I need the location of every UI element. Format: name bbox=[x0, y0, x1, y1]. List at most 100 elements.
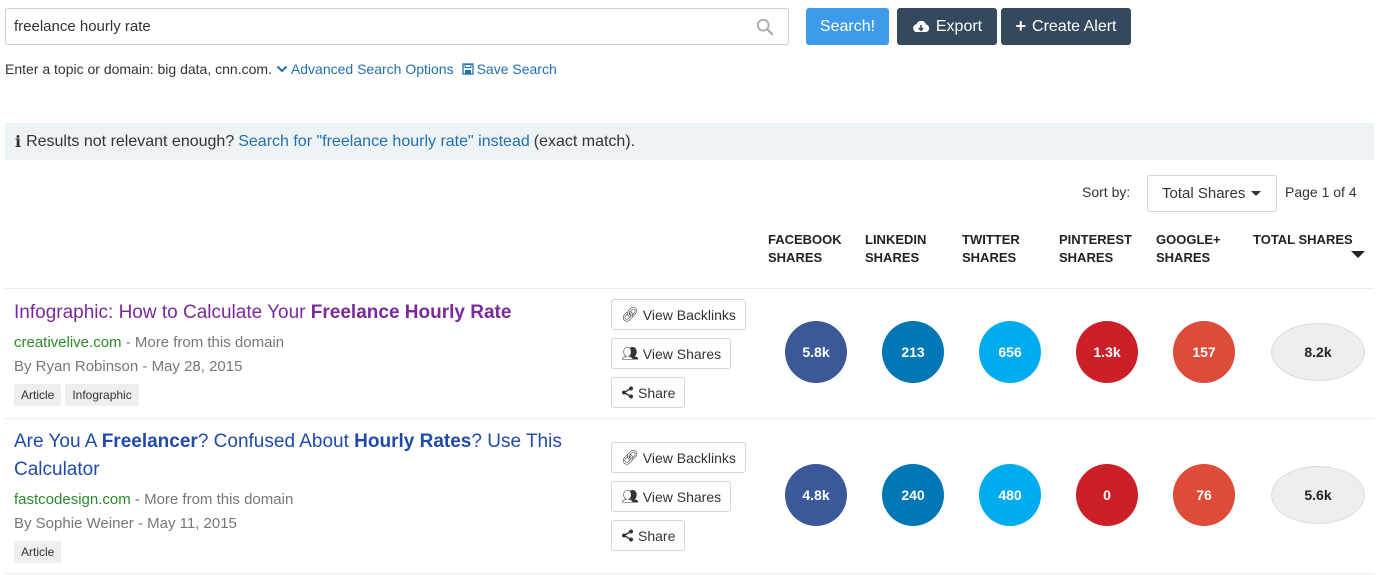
domain-line: fastcodesign.com - More from this domain bbox=[14, 491, 293, 508]
notice-prefix: Results not relevant enough? bbox=[26, 132, 235, 150]
search-hint: Enter a topic or domain: big data, cnn.c… bbox=[5, 61, 557, 77]
export-button-label: Export bbox=[935, 17, 983, 35]
save-search-label: Save Search bbox=[476, 61, 557, 77]
view-shares-button[interactable]: 👥︎ View Shares bbox=[611, 338, 732, 369]
page-info: Page 1 of 4 bbox=[1285, 184, 1357, 200]
plus-icon: + bbox=[1015, 16, 1027, 36]
view-shares-label: View Shares bbox=[642, 488, 722, 505]
twitter-shares-badge: 656 bbox=[979, 321, 1041, 383]
column-header-line: SHARES bbox=[1156, 250, 1211, 265]
column-header-line: FACEBOOK bbox=[768, 232, 842, 247]
advanced-search-link[interactable]: Advanced Search Options bbox=[276, 61, 454, 77]
users-icon: 👥︎ bbox=[621, 345, 639, 361]
column-header-line: GOOGLE+ bbox=[1156, 232, 1221, 247]
title-part-bold: Freelancer bbox=[101, 431, 198, 452]
byline: By Ryan Robinson - May 28, 2015 bbox=[14, 358, 243, 375]
title-part-bold: Freelance Hourly Rate bbox=[310, 302, 512, 323]
linkedin-shares-badge: 213 bbox=[882, 321, 944, 383]
share-icon bbox=[622, 386, 633, 399]
export-button[interactable]: Export bbox=[897, 8, 997, 45]
total-shares-badge: 8.2k bbox=[1271, 323, 1365, 381]
view-backlinks-label: View Backlinks bbox=[642, 306, 736, 323]
title-part: Infographic: How to Calculate Your bbox=[14, 302, 311, 323]
create-alert-button-label: Create Alert bbox=[1032, 17, 1117, 35]
sort-label: Sort by: bbox=[1082, 184, 1131, 200]
users-icon: 👥︎ bbox=[621, 488, 639, 504]
total-shares-badge: 5.6k bbox=[1271, 466, 1365, 524]
view-shares-label: View Shares bbox=[642, 345, 722, 362]
column-header-line: SHARES bbox=[1059, 250, 1114, 265]
result-title-link[interactable]: Infographic: How to Calculate Your Freel… bbox=[14, 299, 511, 327]
column-header-twitter[interactable]: TWITTER SHARES bbox=[962, 231, 1020, 267]
tag-article[interactable]: Article bbox=[14, 541, 62, 563]
search-input[interactable] bbox=[6, 9, 726, 44]
link-icon: 🔗︎ bbox=[621, 306, 639, 322]
column-header-line: SHARES bbox=[865, 250, 920, 265]
googleplus-shares-badge: 76 bbox=[1173, 464, 1235, 526]
create-alert-button[interactable]: + Create Alert bbox=[1001, 8, 1131, 45]
linkedin-shares-badge: 240 bbox=[882, 464, 944, 526]
search-box[interactable] bbox=[5, 8, 789, 45]
view-shares-button[interactable]: 👥︎ View Shares bbox=[611, 481, 732, 512]
title-part: ? Confused About bbox=[197, 431, 355, 452]
share-label: Share bbox=[638, 384, 676, 401]
cloud-download-icon bbox=[912, 20, 930, 32]
facebook-shares-badge: 5.8k bbox=[785, 321, 847, 383]
sort-dropdown[interactable]: Total Shares bbox=[1147, 175, 1277, 212]
column-header-pinterest[interactable]: PINTEREST SHARES bbox=[1059, 231, 1132, 267]
column-header-facebook[interactable]: FACEBOOK SHARES bbox=[768, 231, 842, 267]
column-header-line: SHARES bbox=[962, 250, 1017, 265]
sort-desc-icon bbox=[1351, 251, 1365, 258]
column-header-line: TWITTER bbox=[962, 232, 1020, 247]
column-header-line: SHARES bbox=[768, 250, 823, 265]
share-icon bbox=[622, 529, 633, 542]
divider bbox=[5, 288, 1374, 289]
exact-match-link[interactable]: Search for "freelance hourly rate" inste… bbox=[238, 133, 530, 151]
search-button[interactable]: Search! bbox=[806, 8, 889, 45]
advanced-search-label: Advanced Search Options bbox=[290, 61, 454, 77]
search-button-label: Search! bbox=[819, 17, 876, 35]
share-button[interactable]: Share bbox=[611, 520, 686, 551]
column-header-line: TOTAL SHARES bbox=[1253, 232, 1353, 247]
byline: By Sophie Weiner - May 11, 2015 bbox=[14, 515, 237, 532]
search-hint-text: Enter a topic or domain: big data, cnn.c… bbox=[5, 61, 272, 77]
tag-list: Article bbox=[14, 541, 62, 563]
notice-suffix: (exact match). bbox=[533, 132, 636, 150]
column-header-line: PINTEREST bbox=[1059, 232, 1132, 247]
more-from-domain-link[interactable]: - More from this domain bbox=[135, 491, 293, 508]
search-icon[interactable] bbox=[756, 18, 774, 36]
column-header-total[interactable]: TOTAL SHARES bbox=[1253, 231, 1353, 249]
tag-list: Article Infographic bbox=[14, 384, 139, 406]
tag-infographic[interactable]: Infographic bbox=[65, 384, 139, 406]
tag-article[interactable]: Article bbox=[14, 384, 62, 406]
column-header-line: LINKEDIN bbox=[865, 232, 927, 247]
facebook-shares-badge: 4.8k bbox=[785, 464, 847, 526]
save-icon bbox=[461, 63, 474, 75]
view-backlinks-button[interactable]: 🔗︎ View Backlinks bbox=[611, 442, 746, 473]
domain-link[interactable]: creativelive.com bbox=[14, 334, 122, 351]
relevance-notice: i Results not relevant enough? Search fo… bbox=[5, 123, 1374, 160]
view-backlinks-label: View Backlinks bbox=[642, 449, 736, 466]
share-button[interactable]: Share bbox=[611, 377, 686, 408]
chevron-down-icon bbox=[276, 65, 288, 73]
pinterest-shares-badge: 1.3k bbox=[1076, 321, 1138, 383]
column-header-googleplus[interactable]: GOOGLE+ SHARES bbox=[1156, 231, 1221, 267]
caret-down-icon bbox=[1251, 191, 1262, 196]
share-label: Share bbox=[638, 527, 676, 544]
column-header-linkedin[interactable]: LINKEDIN SHARES bbox=[865, 231, 926, 267]
more-from-domain-link[interactable]: - More from this domain bbox=[126, 334, 284, 351]
title-part: Are You A bbox=[14, 431, 102, 452]
view-backlinks-button[interactable]: 🔗︎ View Backlinks bbox=[611, 299, 746, 330]
divider bbox=[5, 418, 1374, 419]
title-part-bold: Hourly Rates bbox=[354, 431, 472, 452]
twitter-shares-badge: 480 bbox=[979, 464, 1041, 526]
googleplus-shares-badge: 157 bbox=[1173, 321, 1235, 383]
sort-selected: Total Shares bbox=[1162, 185, 1246, 202]
link-icon: 🔗︎ bbox=[621, 449, 639, 465]
divider bbox=[5, 573, 1374, 574]
info-icon: i bbox=[15, 132, 22, 151]
save-search-link[interactable]: Save Search bbox=[461, 61, 557, 77]
result-title-link[interactable]: Are You A Freelancer? Confused About Hou… bbox=[14, 428, 604, 484]
domain-link[interactable]: fastcodesign.com bbox=[14, 491, 131, 508]
pinterest-shares-badge: 0 bbox=[1076, 464, 1138, 526]
